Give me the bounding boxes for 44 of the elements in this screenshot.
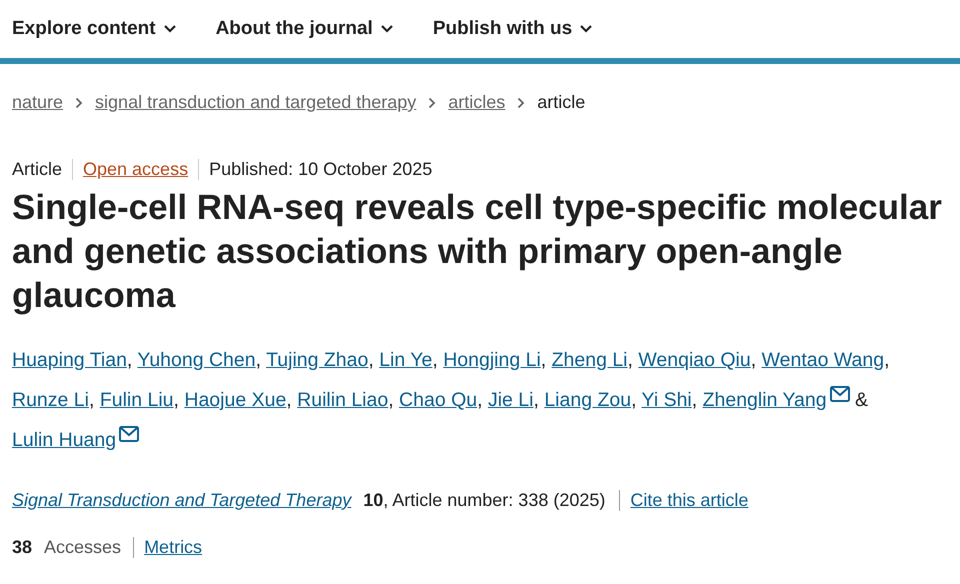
nav-menu-button[interactable]: About the journal	[216, 18, 393, 40]
nav-menu-button[interactable]: Publish with us	[432, 18, 592, 40]
author-link[interactable]: Wenqiao Qiu	[638, 349, 751, 371]
author-link[interactable]: Yuhong Chen	[137, 349, 256, 371]
article-title: Single-cell RNA-seq reveals cell type-specific molecular and genetic associations with primary open-angle glaucoma	[12, 187, 943, 317]
author-link[interactable]: Haojue Xue	[184, 389, 286, 411]
chevron-down-icon	[164, 25, 176, 33]
author-link[interactable]: Zhenglin Yang	[702, 389, 850, 411]
access-count: 38	[12, 537, 32, 558]
breadcrumb-link[interactable]: nature	[12, 92, 64, 113]
author-link[interactable]: Zheng Li	[552, 349, 628, 371]
citation-text: 10, Article number: 338 (2025)	[363, 490, 620, 511]
author-link[interactable]: Wentao Wang	[762, 349, 884, 371]
author-link[interactable]: Hongjing Li	[443, 349, 541, 371]
cite-link[interactable]: Cite this article	[630, 490, 748, 511]
current-page-label[interactable]: article	[537, 92, 586, 113]
author-link[interactable]: Huaping Tian	[12, 349, 127, 371]
chevron-down-icon	[580, 25, 592, 33]
article-type: Article	[12, 159, 64, 180]
author-link[interactable]: Runze Li	[12, 389, 89, 411]
mail-icon[interactable]	[830, 386, 850, 402]
author-link[interactable]: Fulin Liu	[100, 389, 174, 411]
author-link[interactable]: Yi Shi	[642, 389, 692, 411]
publish-date: Published: 10 October 2025	[208, 159, 434, 180]
mail-icon[interactable]	[119, 426, 140, 442]
journal-link[interactable]: Signal Transduction and Targeted Therapy	[12, 490, 352, 511]
author-link[interactable]: Tujing Zhao	[266, 349, 368, 371]
author-link[interactable]: Jie Li	[488, 389, 534, 411]
nav-menu-button[interactable]: Explore content	[12, 18, 176, 40]
author-link[interactable]: Lin Ye	[379, 349, 432, 371]
breadcrumb-link[interactable]: articles	[448, 92, 506, 113]
author-link[interactable]: Lulin Huang	[12, 429, 140, 451]
author-list: Huaping Tian, Yuhong Chen, Tujing Zhao, Lin Ye, Hongjing Li, Zheng Li, Wenqiao Qiu, Wentao Wang, Runze Li, Fulin Liu, Haojue Xue, Ruilin Liao, Chao Qu, Jie Li, Liang Zou, Yi Shi, Zhenglin Yang & Lulin Huang	[12, 340, 922, 460]
author-link[interactable]: Chao Qu	[399, 389, 478, 411]
metrics-link[interactable]: Metrics	[144, 537, 202, 558]
chevron-right-icon	[75, 96, 84, 108]
accesses-label: Accesses	[44, 537, 134, 558]
author-link[interactable]: Ruilin Liao	[297, 389, 388, 411]
author-link[interactable]: Liang Zou	[544, 389, 632, 411]
breadcrumb-link[interactable]: signal transduction and targeted therapy	[95, 92, 416, 113]
chevron-down-icon	[380, 25, 393, 33]
chevron-right-icon	[517, 96, 526, 108]
chevron-right-icon	[428, 96, 436, 108]
open-access-link[interactable]: Open access	[72, 159, 200, 180]
